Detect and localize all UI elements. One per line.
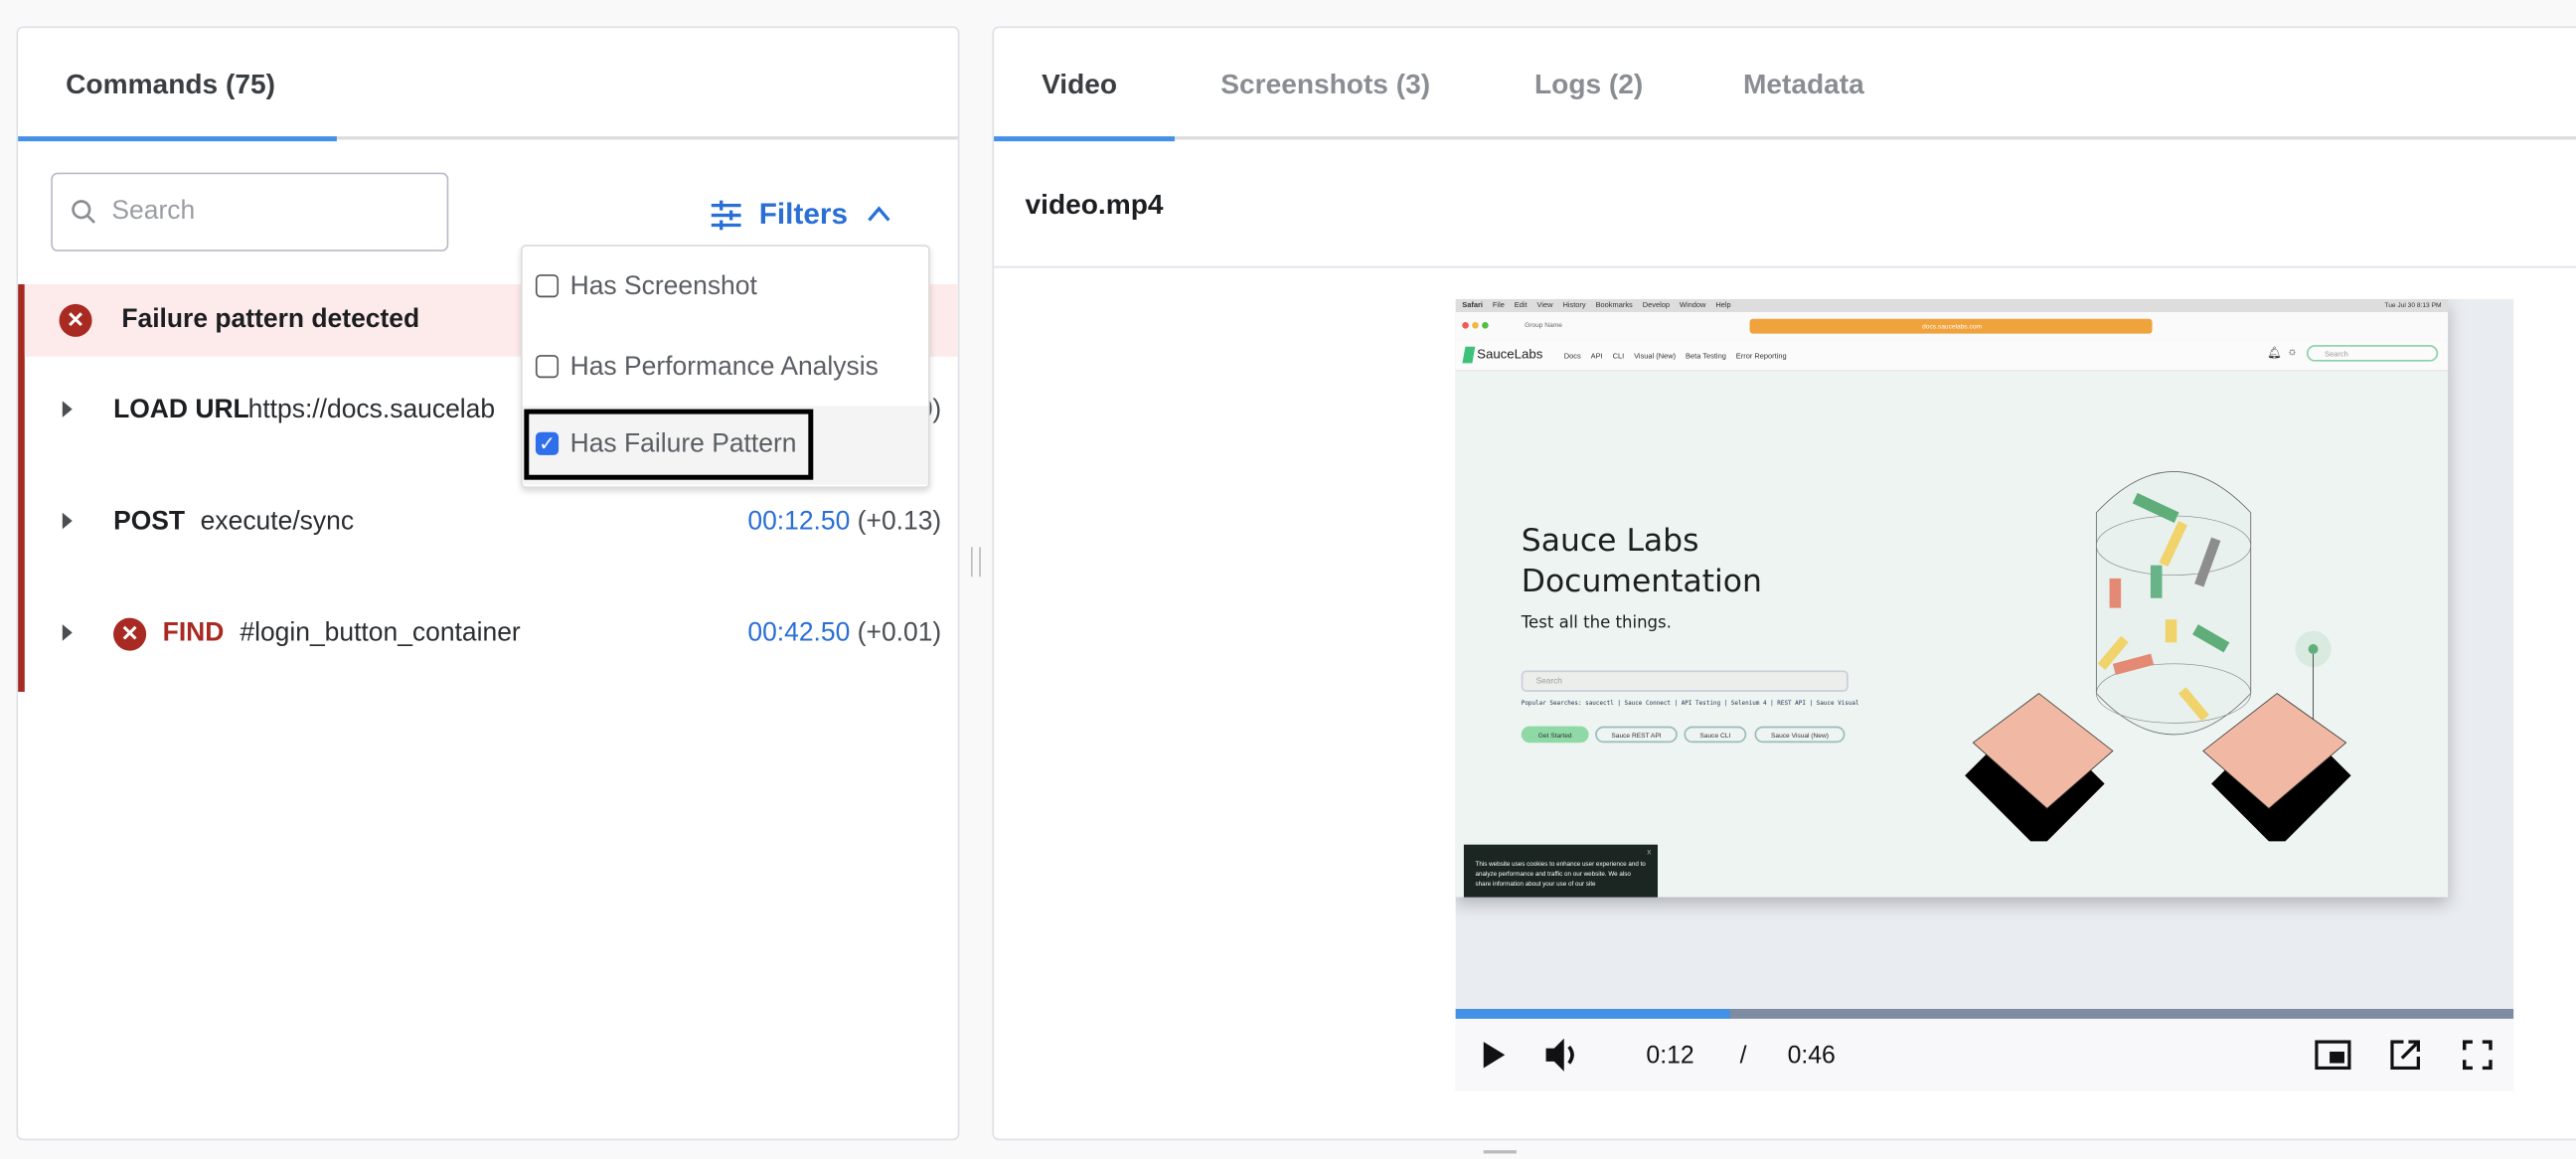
filters-dropdown: Has Screenshot Has Performance Analysis … — [521, 245, 930, 488]
video-controls: 0:12 / 0:46 — [1455, 1018, 2514, 1091]
theme-icon: ☼ — [2287, 346, 2298, 359]
search-placeholder: Search — [111, 197, 196, 226]
site-search: Search — [2306, 345, 2439, 362]
hero-illustration — [1965, 471, 2351, 842]
hero-title: Sauce Labs — [1521, 522, 1699, 560]
current-time: 0:12 — [1646, 1042, 1694, 1071]
filter-has-failure-pattern[interactable]: ✓ Has Failure Pattern — [522, 406, 929, 485]
active-tab-indicator — [18, 136, 337, 142]
browser-toolbar: Group Name docs.saucelabs.com — [1455, 312, 2449, 342]
mac-menubar: Safari File Edit View History Bookmarks Develo… — [1455, 298, 2449, 313]
hero-title: Documentation — [1521, 564, 1762, 600]
sauce-rest-api-button: Sauce REST API — [1595, 726, 1678, 744]
menubar-items: Safari File Edit View History Bookmarks Develo… — [1462, 300, 1731, 309]
command-time: 00:12.50 (+0.13) — [747, 507, 942, 536]
bottom-resize-handle[interactable] — [1483, 1150, 1517, 1154]
tab-commands[interactable]: Commands (75) — [66, 69, 275, 101]
play-icon[interactable] — [1482, 1042, 1506, 1069]
sauce-cli-button: Sauce CLI — [1684, 726, 1747, 744]
failure-banner-text: Failure pattern detected — [121, 305, 420, 334]
site-nav: SauceLabs Docs API CLI Visual (New) Beta Tes… — [1455, 340, 2449, 372]
command-arg: https://docs.saucelab — [247, 396, 496, 424]
video-progress-fill — [1455, 1009, 1731, 1019]
filter-has-performance-analysis[interactable]: Has Performance Analysis — [523, 329, 928, 408]
hero-subtitle: Test all the things. — [1521, 614, 1672, 633]
picture-in-picture-icon[interactable] — [2315, 1040, 2351, 1071]
tab-logs[interactable]: Logs (2) — [1534, 69, 1643, 101]
cookie-banner: x This website uses cookies to enhance u… — [1463, 844, 1658, 898]
duration: 0:46 — [1787, 1042, 1836, 1071]
video-player[interactable]: Safari File Edit View History Bookmarks Develo… — [1455, 298, 2514, 1091]
command-row[interactable]: POST execute/sync 00:12.50 (+0.13) — [18, 491, 958, 557]
fullscreen-icon[interactable] — [2462, 1040, 2493, 1071]
tab-screenshots[interactable]: Screenshots (3) — [1220, 69, 1430, 101]
filter-has-screenshot[interactable]: Has Screenshot — [523, 248, 928, 327]
site-search-placeholder: Search — [2325, 349, 2348, 358]
sauce-visual-button: Sauce Visual (New) — [1754, 726, 1846, 744]
site-nav-items: Docs API CLI Visual (New) Beta Testing Error … — [1563, 351, 1787, 361]
site-logo: SauceLabs — [1477, 346, 1543, 362]
commands-panel: Commands (75) Search Filters ✕ Failure p… — [16, 26, 960, 1141]
expand-caret-icon[interactable] — [62, 624, 73, 641]
volume-icon[interactable] — [1544, 1037, 1584, 1073]
active-tab-indicator — [994, 136, 1175, 142]
chevron-up-icon — [868, 206, 890, 222]
saucelabs-logo-icon — [1462, 346, 1476, 364]
hero-search: Search — [1521, 670, 1849, 692]
hero-search-placeholder: Search — [1535, 677, 1562, 687]
url-text: docs.saucelabs.com — [1922, 322, 1983, 331]
checkbox[interactable] — [535, 355, 560, 379]
get-started-button: Get Started — [1521, 726, 1589, 744]
menubar-clock: Tue Jul 30 8:13 PM — [2384, 300, 2442, 309]
filter-label: Has Screenshot — [569, 272, 757, 301]
bell-icon: 🔔︎ — [2267, 348, 2282, 361]
error-icon: ✕ — [113, 617, 147, 651]
time-separator: / — [1739, 1042, 1747, 1071]
command-arg: #login_button_container — [240, 619, 521, 648]
panel-resize-handle[interactable] — [970, 547, 981, 578]
filters-button[interactable]: Filters — [710, 196, 898, 236]
sliders-icon — [711, 200, 741, 231]
command-method: FIND — [162, 619, 225, 648]
open-external-icon[interactable] — [2390, 1040, 2421, 1071]
tab-video[interactable]: Video — [1042, 69, 1117, 101]
expand-caret-icon[interactable] — [62, 512, 73, 530]
command-method: LOAD URL — [113, 396, 249, 424]
command-method: POST — [113, 507, 186, 536]
video-progress-bar[interactable] — [1455, 1009, 2514, 1019]
tab-metadata[interactable]: Metadata — [1743, 69, 1864, 101]
command-row[interactable]: ✕ FIND #login_button_container 00:42.50 … — [18, 603, 958, 669]
checkbox-checked[interactable]: ✓ — [535, 431, 560, 455]
cookie-close-icon: x — [1647, 847, 1652, 858]
filters-label: Filters — [758, 197, 849, 231]
close-dot — [1462, 322, 1469, 329]
search-icon — [72, 200, 95, 224]
zoom-dot — [1482, 322, 1489, 329]
divider — [994, 265, 2576, 268]
checkbox[interactable] — [535, 274, 560, 298]
error-icon: ✕ — [59, 303, 92, 337]
cookie-text: This website uses cookies to enhance use… — [1475, 861, 1646, 888]
video-file-name: video.mp4 — [1025, 189, 1164, 221]
filter-label: Has Failure Pattern — [569, 430, 797, 459]
search-input[interactable]: Search — [51, 172, 449, 251]
command-arg: execute/sync — [200, 507, 355, 536]
minimize-dot — [1472, 322, 1479, 329]
popular-searches: Popular Searches: saucectl | Sauce Conne… — [1521, 700, 1859, 707]
expand-caret-icon[interactable] — [62, 401, 73, 417]
tab-group-name: Group Name — [1525, 320, 1562, 329]
filter-label: Has Performance Analysis — [569, 353, 879, 382]
video-frame: Safari File Edit View History Bookmarks Develo… — [1455, 298, 2449, 898]
url-bar: docs.saucelabs.com — [1749, 318, 2153, 334]
tab-divider — [994, 136, 2576, 140]
command-time: 00:42.50 (+0.01) — [747, 619, 942, 648]
